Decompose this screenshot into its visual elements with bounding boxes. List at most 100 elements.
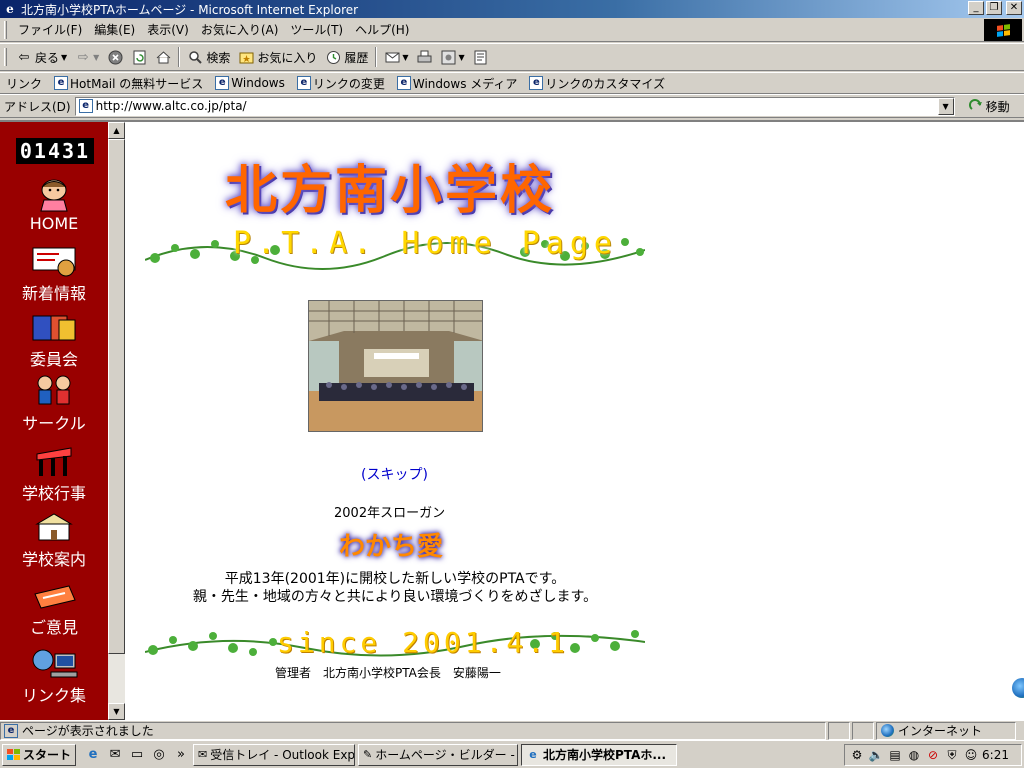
task-homepage-builder[interactable]: ✎ ホームページ・ビルダー - [li... bbox=[358, 743, 519, 766]
outlook-quicklaunch-icon[interactable]: ✉ bbox=[106, 746, 124, 764]
address-label: アドレス(D) bbox=[4, 99, 71, 114]
nav-news[interactable]: 新着情報 bbox=[0, 244, 108, 304]
discuss-button[interactable] bbox=[469, 46, 493, 68]
back-dropdown-icon[interactable]: ▼ bbox=[61, 53, 67, 62]
link-windows[interactable]: e Windows bbox=[209, 76, 291, 90]
nav-home[interactable]: HOME bbox=[0, 178, 108, 233]
forward-button[interactable]: ⇨ ▼ bbox=[71, 46, 103, 68]
nav-news-label: 新着情報 bbox=[21, 284, 86, 303]
link-windows-media[interactable]: e Windows メディア bbox=[391, 75, 524, 92]
tray-shield-icon[interactable]: ⛨ bbox=[944, 747, 960, 763]
minimize-button[interactable]: _ bbox=[968, 1, 984, 15]
address-field[interactable]: e ▼ bbox=[74, 96, 955, 116]
tray-network-icon[interactable]: ▤ bbox=[887, 747, 903, 763]
scroll-down-button[interactable]: ▼ bbox=[108, 703, 125, 720]
mail-button[interactable]: ▼ bbox=[380, 46, 412, 68]
task-outlook[interactable]: ✉ 受信トレイ - Outlook Expr... bbox=[193, 743, 356, 766]
menu-bar: ファイル(F) 編集(E) 表示(V) お気に入り(A) ツール(T) ヘルプ(… bbox=[0, 18, 1024, 42]
channels-quicklaunch-icon[interactable]: ◎ bbox=[150, 746, 168, 764]
main-page-frame: 北方南小学校 P.T.A. Home Page (スキップ) 2002年スローガ… bbox=[125, 122, 1024, 720]
globe-icon bbox=[1012, 678, 1024, 698]
refresh-button[interactable] bbox=[127, 46, 151, 68]
school-guide-icon bbox=[35, 513, 73, 541]
nav-school-events[interactable]: 学校行事 bbox=[0, 444, 108, 504]
internet-zone-globe-icon bbox=[881, 724, 894, 737]
scroll-up-button[interactable]: ▲ bbox=[108, 122, 125, 139]
search-button[interactable]: 検索 bbox=[183, 46, 234, 68]
status-main-pane: e ページが表示されました bbox=[0, 721, 826, 740]
edit-icon bbox=[441, 49, 457, 65]
status-bar: e ページが表示されました インターネット bbox=[0, 720, 1024, 740]
mail-icon bbox=[384, 49, 400, 65]
menubar-grip[interactable] bbox=[4, 20, 7, 39]
mail-dropdown-icon[interactable]: ▼ bbox=[402, 53, 408, 62]
address-input[interactable] bbox=[95, 99, 936, 113]
menu-tools[interactable]: ツール(T) bbox=[284, 21, 349, 38]
task-ie-pta-label: 北方南小学校PTAホ... bbox=[543, 748, 667, 762]
title-bar[interactable]: e 北方南小学校PTAホームページ - Microsoft Internet E… bbox=[0, 0, 1024, 18]
go-label: 移動 bbox=[985, 99, 1010, 114]
link-customize[interactable]: e リンクのカスタマイズ bbox=[523, 75, 671, 92]
slogan-year-label: 2002年スローガン bbox=[334, 506, 446, 521]
edit-dropdown-icon[interactable]: ▼ bbox=[459, 53, 465, 62]
nav-opinion[interactable]: ご意見 bbox=[0, 578, 108, 638]
print-button[interactable] bbox=[413, 46, 437, 68]
nav-school-guide[interactable]: 学校案内 bbox=[0, 510, 108, 570]
skip-link[interactable]: (スキップ) bbox=[361, 464, 428, 484]
ie-quicklaunch-icon[interactable]: e bbox=[84, 746, 102, 764]
back-label: 戻る bbox=[35, 50, 60, 65]
tray-people-icon[interactable]: ☺ bbox=[963, 747, 979, 763]
link-change[interactable]: e リンクの変更 bbox=[291, 75, 391, 92]
forward-dropdown-icon[interactable]: ▼ bbox=[93, 53, 99, 62]
task-ie-pta[interactable]: e 北方南小学校PTAホ... bbox=[521, 743, 678, 766]
link-hotmail[interactable]: e HotMail の無料サービス bbox=[48, 75, 209, 92]
since-date-heading: since 2001.4.1 bbox=[277, 626, 570, 659]
home-character-icon bbox=[40, 179, 68, 212]
menu-file[interactable]: ファイル(F) bbox=[12, 21, 88, 38]
slogan-text: わかち愛 bbox=[339, 532, 444, 562]
nav-committee[interactable]: 委員会 bbox=[0, 310, 108, 370]
news-icon bbox=[32, 247, 76, 277]
system-tray: ⚙ 🔈 ▤ ◍ ⊘ ⛨ ☺ 6:21 bbox=[844, 744, 1022, 766]
tray-app-icon[interactable]: ⚙ bbox=[849, 747, 865, 763]
browser-content: 01431 HOME 新着情報 委員会 サークル 学校行事 学校案内 ご意見 リ… bbox=[0, 120, 1024, 720]
start-button[interactable]: スタート bbox=[2, 743, 77, 766]
edit-button[interactable]: ▼ bbox=[437, 46, 469, 68]
nav-circle-label: サークル bbox=[22, 414, 86, 433]
restore-button[interactable]: ❐ bbox=[986, 1, 1002, 15]
ie-task-icon: e bbox=[529, 748, 537, 761]
tray-globe-icon[interactable]: ◍ bbox=[906, 747, 922, 763]
stop-button[interactable] bbox=[103, 46, 127, 68]
nav-circle[interactable]: サークル bbox=[0, 374, 108, 434]
opinion-icon bbox=[34, 585, 76, 609]
favorites-icon bbox=[238, 49, 254, 65]
tray-blocked-icon[interactable]: ⊘ bbox=[925, 747, 941, 763]
description-line-1: 平成13年(2001年)に開校した新しい学校のPTAです。 bbox=[224, 571, 566, 587]
links-computer-icon bbox=[32, 649, 78, 678]
scroll-thumb[interactable] bbox=[108, 139, 125, 654]
favorites-button[interactable]: お気に入り bbox=[234, 46, 321, 68]
menu-favorites[interactable]: お気に入り(A) bbox=[195, 21, 285, 38]
close-button[interactable]: ✕ bbox=[1006, 1, 1022, 15]
menu-edit[interactable]: 編集(E) bbox=[88, 21, 141, 38]
history-button[interactable]: 履歴 bbox=[321, 46, 372, 68]
nav-home-label: HOME bbox=[29, 214, 79, 233]
menu-help[interactable]: ヘルプ(H) bbox=[349, 21, 415, 38]
go-button[interactable]: 移動 bbox=[955, 98, 1010, 115]
refresh-icon bbox=[131, 49, 147, 65]
back-arrow-icon: ⇦ bbox=[18, 49, 30, 65]
nav-links[interactable]: リンク集 bbox=[0, 646, 108, 706]
volume-icon[interactable]: 🔈 bbox=[868, 747, 884, 763]
gymnasium-photo bbox=[308, 300, 483, 432]
left-frame-scrollbar[interactable]: ▲ ▼ bbox=[108, 122, 125, 720]
desktop-quicklaunch-icon[interactable]: ▭ bbox=[128, 746, 146, 764]
more-chevron-icon[interactable]: » bbox=[172, 746, 190, 764]
history-icon bbox=[325, 49, 341, 65]
menu-view[interactable]: 表示(V) bbox=[141, 21, 195, 38]
address-dropdown-icon[interactable]: ▼ bbox=[937, 97, 954, 115]
status-pane-empty bbox=[828, 721, 850, 740]
back-button[interactable]: ⇦ 戻る ▼ bbox=[12, 46, 71, 68]
home-button[interactable] bbox=[151, 46, 175, 68]
toolbar-separator bbox=[178, 47, 181, 67]
toolbar-grip[interactable] bbox=[4, 48, 7, 66]
